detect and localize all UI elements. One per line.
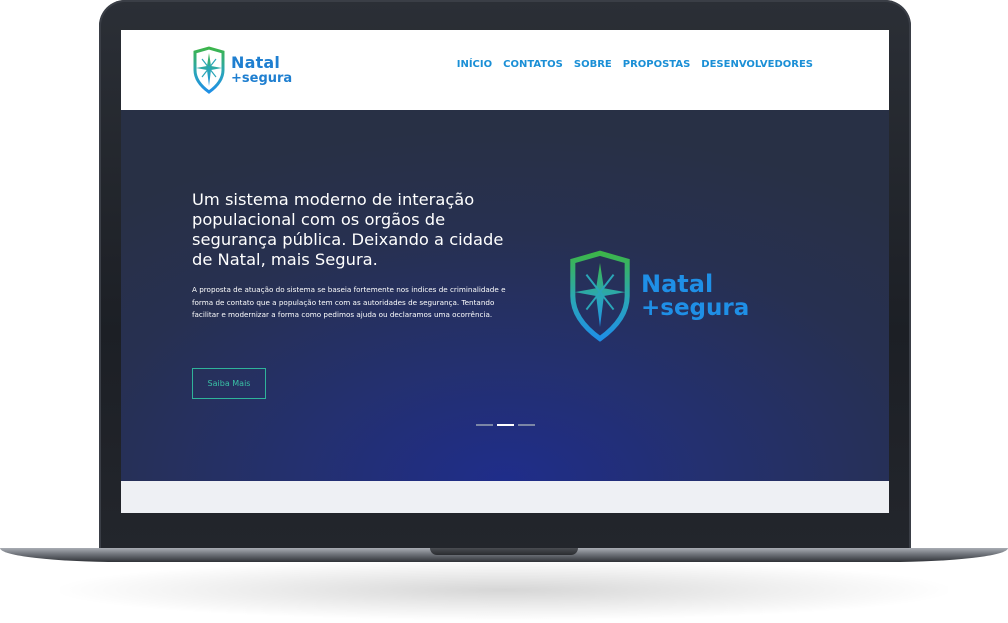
nav-item-contatos[interactable]: CONTATOS [503,59,563,70]
carousel-indicator-3[interactable] [518,424,535,426]
hero-section: Um sistema moderno de interação populaci… [121,110,889,481]
laptop-shadow [60,560,948,620]
hero-brand-line2: +segura [641,295,750,321]
shield-compass-icon [570,250,630,342]
hero-brand-line1: Natal [641,270,714,298]
nav-item-desenvolvedores[interactable]: DESENVOLVEDORES [701,59,813,70]
brand-wordmark: Natal +segura [231,53,293,86]
shield-compass-icon [193,46,225,94]
laptop-base-notch [430,548,578,555]
brand-name-line1: Natal [231,53,281,72]
nav-item-sobre[interactable]: SOBRE [574,59,612,70]
navbar: Natal +segura INÍCIO CONTATOS SOBRE PROP… [121,30,889,110]
hero-title: Um sistema moderno de interação populaci… [192,190,504,269]
hero-brand-logo: Natal +segura [567,248,749,344]
browser-screen: Natal +segura INÍCIO CONTATOS SOBRE PROP… [121,30,889,513]
brand-logo[interactable]: Natal +segura [192,46,292,94]
brand-name-line2: +segura [231,71,293,86]
carousel-indicator-1[interactable] [476,424,493,426]
carousel-indicators [476,424,539,426]
hero-brand-wordmark: Natal +segura [641,272,749,320]
carousel-indicator-2[interactable] [497,424,514,426]
next-section [121,481,889,513]
nav-item-propostas[interactable]: PROPOSTAS [623,59,691,70]
hero-description: A proposta de atuação do sistema se base… [192,285,506,319]
nav-item-inicio[interactable]: INÍCIO [457,59,492,70]
saiba-mais-button[interactable]: Saiba Mais [192,368,266,399]
nav-menu: INÍCIO CONTATOS SOBRE PROPOSTAS DESENVOL… [446,59,813,70]
